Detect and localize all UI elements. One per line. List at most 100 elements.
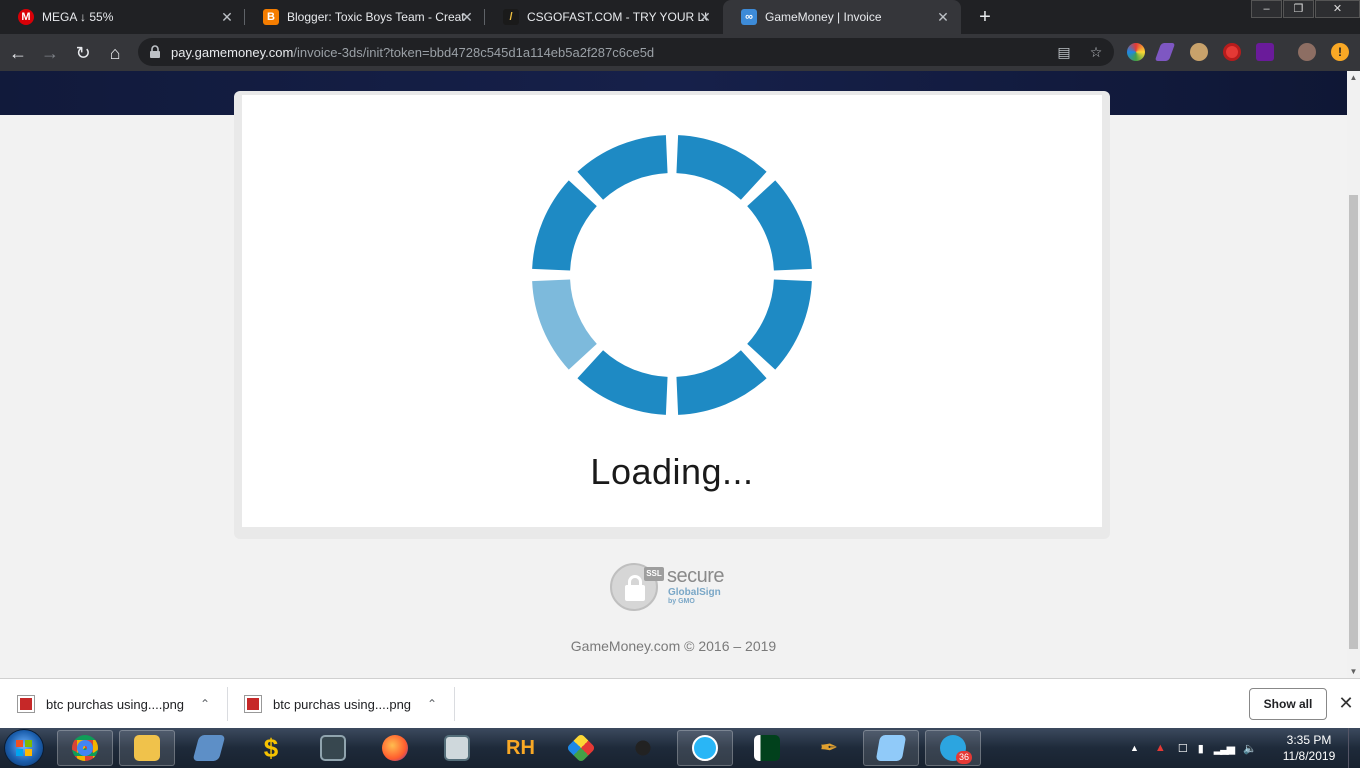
chrome-icon <box>72 735 98 761</box>
browser-tab-strip: M MEGA ↓ 55% ✕ B Blogger: Toxic Boys Tea… <box>0 0 1360 34</box>
notepad-icon <box>444 735 470 761</box>
windows-taskbar: $ RH ✒ 36 ▲ ▲ ☐ ▮ ▂▃▅ 🔈 3:35 PM 11/8/201… <box>0 728 1360 768</box>
spider-icon <box>630 735 656 761</box>
extension-record-icon[interactable] <box>1223 43 1241 61</box>
tab-title: GameMoney | Invoice <box>765 10 882 24</box>
page-scrollbar[interactable]: ▲ ▼ <box>1347 71 1360 678</box>
play-icon <box>692 735 718 761</box>
taskbar-mail[interactable] <box>863 730 919 766</box>
money-icon: $ <box>263 733 279 763</box>
signal-icon[interactable]: ▂▃▅ <box>1214 742 1235 755</box>
game-icon <box>566 733 596 763</box>
taskbar-game[interactable] <box>553 730 609 766</box>
bookmark-star-icon[interactable]: ☆ <box>1088 44 1104 60</box>
show-desktop-button[interactable] <box>1348 728 1360 768</box>
scrollbar-thumb[interactable] <box>1349 195 1358 649</box>
download-item[interactable]: btc purchas using....png ⌃ <box>0 679 228 729</box>
tab-close-icon[interactable]: ✕ <box>219 9 235 25</box>
clock-time: 3:35 PM <box>1286 733 1332 747</box>
taskbar-pakistan[interactable] <box>739 730 795 766</box>
new-tab-button[interactable]: + <box>974 6 996 28</box>
page-content: Loading... SSL secure GlobalSign by GMO … <box>0 71 1347 678</box>
taskbar-telegram[interactable]: 36 <box>925 730 981 766</box>
taskbar-notepad[interactable] <box>429 730 485 766</box>
taskbar-firefox[interactable] <box>367 730 423 766</box>
address-bar[interactable]: pay.gamemoney.com/invoice-3ds/init?token… <box>138 38 1114 66</box>
seal-secure-text: secure <box>667 565 725 587</box>
scroll-down-icon[interactable]: ▼ <box>1347 665 1360 678</box>
maximize-button[interactable]: ❐ <box>1283 0 1314 18</box>
network-icon[interactable]: ☐ <box>1178 742 1188 755</box>
update-alert-icon[interactable]: ! <box>1331 43 1349 61</box>
spinner-segment <box>747 279 812 370</box>
reload-button[interactable]: ↻ <box>69 39 97 67</box>
ssl-secure-seal[interactable]: SSL secure GlobalSign by GMO <box>610 563 740 613</box>
forward-button[interactable]: → <box>36 39 64 67</box>
taskbar-money[interactable]: $ <box>243 730 299 766</box>
monitor-icon <box>320 735 346 761</box>
url-text: pay.gamemoney.com/invoice-3ds/init?token… <box>171 45 654 60</box>
app-icon <box>192 735 226 761</box>
minimize-button[interactable]: – <box>1251 0 1282 18</box>
volume-icon[interactable]: 🔈 <box>1243 742 1257 755</box>
download-item[interactable]: btc purchas using....png ⌃ <box>227 679 455 729</box>
taskbar-monitor[interactable] <box>305 730 361 766</box>
show-all-button[interactable]: Show all <box>1249 688 1327 720</box>
taskbar-chrome[interactable] <box>57 730 113 766</box>
tab-blogger[interactable]: B Blogger: Toxic Boys Team - Creat ✕ <box>245 0 485 34</box>
system-clock[interactable]: 3:35 PM 11/8/2019 <box>1276 732 1342 764</box>
taskbar-app[interactable] <box>181 730 237 766</box>
mail-icon <box>875 735 907 761</box>
tray-expand-icon[interactable]: ▲ <box>1130 743 1139 753</box>
tab-gamemoney[interactable]: ∞ GameMoney | Invoice ✕ <box>723 0 961 34</box>
tab-close-icon[interactable]: ✕ <box>697 9 713 25</box>
image-file-icon <box>17 695 35 713</box>
battery-icon[interactable]: ▮ <box>1198 742 1204 755</box>
spinner-segment <box>747 180 812 271</box>
start-button[interactable] <box>4 729 44 767</box>
taskbar-rh[interactable]: RH <box>491 730 547 766</box>
tab-mega[interactable]: M MEGA ↓ 55% ✕ <box>0 0 245 34</box>
tab-csgofast[interactable]: / CSGOFAST.COM - TRY YOUR LUC ✕ <box>485 0 723 34</box>
spinner-segment <box>577 135 668 200</box>
taskbar-pen[interactable]: ✒ <box>801 730 857 766</box>
taskbar-play[interactable] <box>677 730 733 766</box>
card-icon[interactable]: ▤ <box>1056 44 1072 60</box>
spinner-segment <box>676 135 767 200</box>
taskbar-spider[interactable] <box>615 730 671 766</box>
mega-icon: M <box>18 9 34 25</box>
chevron-up-icon[interactable]: ⌃ <box>200 697 210 711</box>
downloads-shelf: btc purchas using....png ⌃ btc purchas u… <box>0 678 1360 728</box>
csgofast-icon: / <box>503 9 519 25</box>
tab-close-icon[interactable]: ✕ <box>459 9 475 25</box>
spinner-segment <box>532 279 597 370</box>
tab-title: MEGA ↓ 55% <box>42 10 114 24</box>
chevron-up-icon[interactable]: ⌃ <box>427 697 437 711</box>
extension-color-icon[interactable] <box>1127 43 1145 61</box>
tab-close-icon[interactable]: ✕ <box>935 9 951 25</box>
loading-spinner <box>532 135 812 415</box>
pen-icon: ✒ <box>819 735 839 760</box>
close-window-button[interactable]: ✕ <box>1315 0 1360 18</box>
home-button[interactable]: ⌂ <box>101 39 129 67</box>
taskbar-explorer[interactable] <box>119 730 175 766</box>
url-path: /invoice-3ds/init?token=bbd4728c545d1a11… <box>293 45 655 60</box>
scroll-up-icon[interactable]: ▲ <box>1347 71 1360 84</box>
extension-cookie-icon[interactable] <box>1190 43 1208 61</box>
extension-purple-icon[interactable] <box>1256 43 1274 61</box>
extension-feather-icon[interactable] <box>1154 43 1176 61</box>
back-button[interactable]: ← <box>4 39 32 67</box>
tab-title: Blogger: Toxic Boys Team - Creat <box>287 10 465 24</box>
ssl-badge: SSL <box>644 567 664 581</box>
url-host: pay.gamemoney.com <box>171 45 294 60</box>
clock-date: 11/8/2019 <box>1282 749 1336 763</box>
tray-app-icon[interactable]: ▲ <box>1155 742 1166 754</box>
close-shelf-icon[interactable]: ✕ <box>1336 693 1356 713</box>
spinner-segment <box>532 180 597 271</box>
system-tray: ▲ ▲ ☐ ▮ ▂▃▅ 🔈 <box>1128 728 1257 768</box>
window-controls: – ❐ ✕ <box>1250 0 1360 18</box>
seal-provider: GlobalSign <box>668 587 721 598</box>
explorer-icon <box>134 735 160 761</box>
profile-avatar[interactable] <box>1298 43 1316 61</box>
lock-icon <box>150 45 160 58</box>
